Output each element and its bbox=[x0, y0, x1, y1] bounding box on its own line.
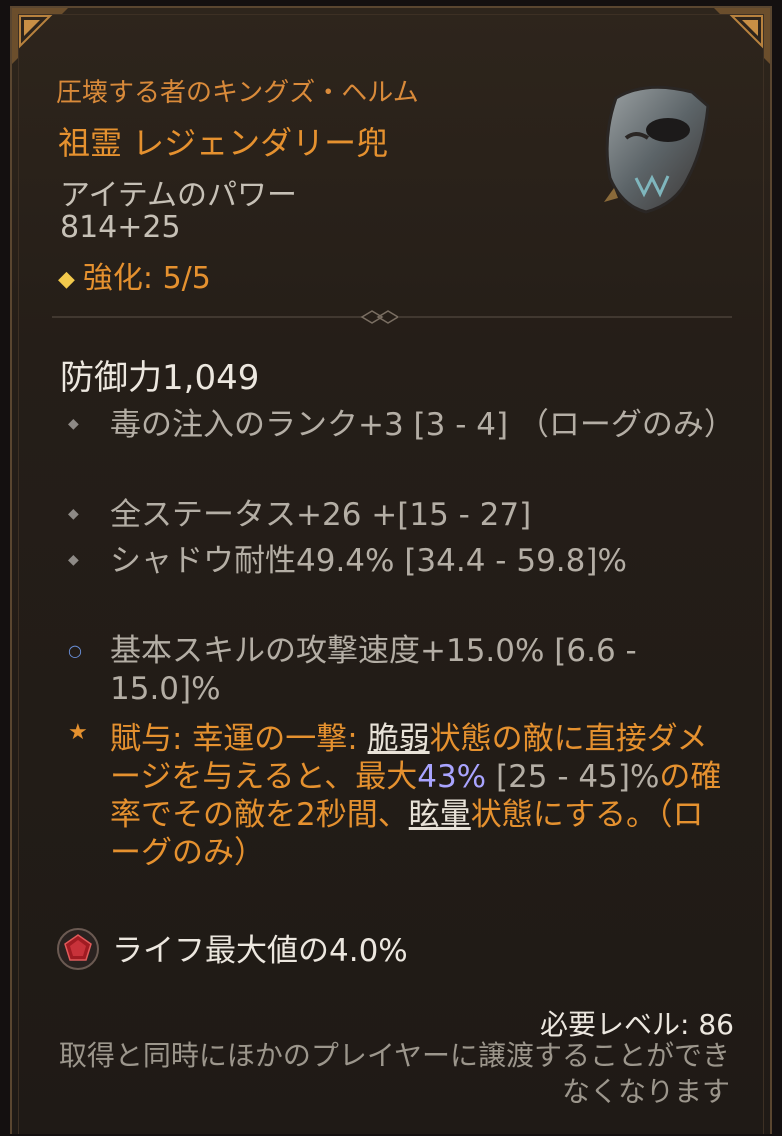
required-level: 必要レベル: 86 bbox=[540, 1008, 734, 1041]
affix-line: 毒の注入のランク+3 [3 - 4] （ローグのみ） bbox=[110, 407, 735, 443]
affix-bullet-icon: ◆ bbox=[68, 416, 79, 432]
affix-bullet-icon: ◆ bbox=[68, 506, 79, 522]
upgrade-diamond-icon: ◆ bbox=[58, 267, 75, 292]
corner-ornament-left bbox=[12, 8, 68, 64]
legendary-range: [25 - 45]% bbox=[486, 759, 660, 795]
affix-bullet-icon: ◆ bbox=[68, 552, 79, 568]
upgrade-status: ◆ 強化: 5/5 bbox=[58, 253, 211, 297]
keyword-daze[interactable]: 眩暈 bbox=[409, 797, 471, 833]
helm-icon bbox=[604, 85, 710, 214]
ruby-gem-icon bbox=[57, 928, 99, 970]
socket-bonus: ライフ最大値の4.0% bbox=[112, 933, 408, 969]
affix-ring-icon: ○ bbox=[68, 641, 82, 660]
affix-line: シャドウ耐性49.4% [34.4 - 59.8]% bbox=[110, 543, 627, 579]
defense-value: 防御力1,049 bbox=[60, 358, 260, 398]
item-power-label: アイテムのパワー bbox=[60, 178, 297, 213]
trade-note: 取得と同時にほかのプレイヤーに譲渡することができなくなります bbox=[58, 1039, 730, 1108]
legendary-prefix: 賦与: 幸運の一撃: bbox=[110, 721, 368, 757]
upgrade-label: 強化: 5/5 bbox=[82, 261, 211, 296]
keyword-vulnerable[interactable]: 脆弱 bbox=[368, 721, 430, 757]
item-power-value: 814+25 bbox=[60, 210, 181, 245]
legendary-star-icon: ★ bbox=[68, 720, 88, 745]
item-name: 圧壊する者のキングズ・ヘルム bbox=[56, 78, 419, 108]
item-rarity-type: 祖霊 レジェンダリー兜 bbox=[58, 124, 389, 162]
section-divider bbox=[52, 310, 732, 324]
affix-line: 基本スキルの攻撃速度+15.0% [6.6 - 15.0]% bbox=[110, 633, 637, 707]
legendary-affix: 賦与: 幸運の一撃: 脆弱状態の敵に直接ダメージを与えると、最大43% [25 … bbox=[110, 720, 730, 872]
legendary-value: 43% bbox=[417, 759, 487, 795]
affix-line: 全ステータス+26 +[15 - 27] bbox=[110, 497, 532, 533]
corner-ornament-right bbox=[714, 8, 770, 64]
